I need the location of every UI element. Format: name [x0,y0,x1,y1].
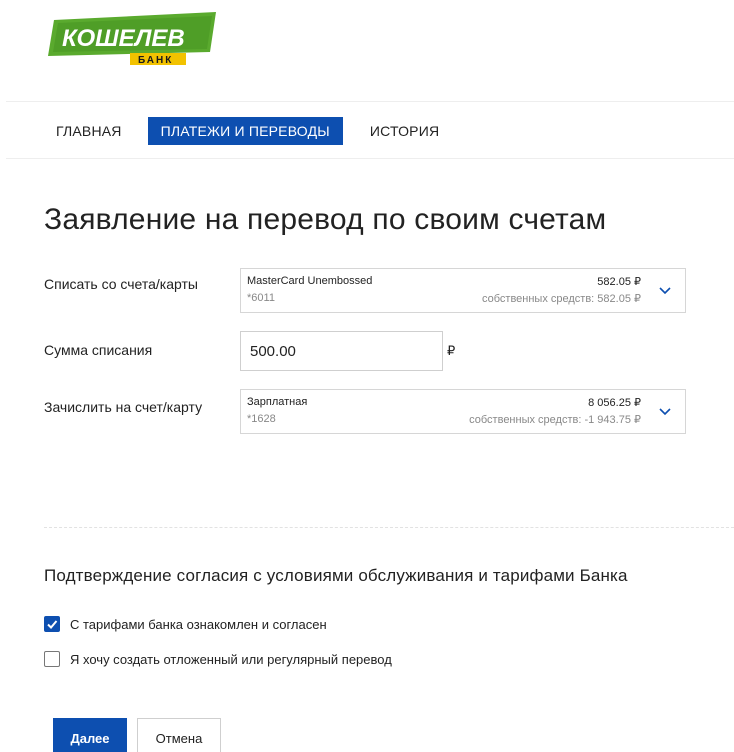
to-account-number: *1628 [247,413,276,425]
cancel-button[interactable]: Отмена [137,718,221,752]
to-account-select[interactable]: Зарплатная *1628 8 056.25 ₽ собственных … [240,389,686,434]
main-nav: ГЛАВНАЯ ПЛАТЕЖИ И ПЕРЕВОДЫ ИСТОРИЯ [56,117,439,145]
to-account-label: Зачислить на счет/карту [44,399,203,415]
from-account-own-funds: собственных средств: 582.05 ₽ [481,293,641,305]
scheduled-transfer-checkbox[interactable] [44,651,60,667]
bank-logo[interactable]: КОШЕЛЕВ БАНК [44,10,220,68]
terms-checkbox[interactable] [44,616,60,632]
currency-symbol: ₽ [447,343,456,358]
logo-subtext: БАНК [138,55,173,66]
chevron-down-icon[interactable] [657,283,673,299]
amount-label: Сумма списания [44,342,153,358]
logo-text: КОШЕЛЕВ [62,25,185,52]
page-title: Заявление на перевод по своим счетам [44,203,607,236]
from-account-number: *6011 [247,292,275,304]
header-divider [6,101,734,102]
amount-input[interactable] [240,331,443,371]
from-account-balance: 582.05 ₽ [597,276,641,288]
nav-item-home[interactable]: ГЛАВНАЯ [56,117,122,145]
to-account-balance: 8 056.25 ₽ [588,397,641,409]
to-account-name: Зарплатная [247,396,308,408]
scheduled-transfer-checkbox-label: Я хочу создать отложенный или регулярный… [70,651,392,667]
terms-checkbox-label: С тарифами банка ознакомлен и согласен [70,616,327,632]
to-account-own-funds: собственных средств: -1 943.75 ₽ [469,414,641,426]
terms-checkbox-row[interactable]: С тарифами банка ознакомлен и согласен [44,616,327,632]
nav-item-payments[interactable]: ПЛАТЕЖИ И ПЕРЕВОДЫ [147,117,343,145]
from-account-select[interactable]: MasterCard Unembossed *6011 582.05 ₽ соб… [240,268,686,313]
section-divider [44,527,734,528]
check-icon [47,620,58,629]
next-button[interactable]: Далее [53,718,127,752]
from-account-name: MasterCard Unembossed [247,275,373,287]
from-account-label: Списать со счета/карты [44,276,198,292]
consent-title: Подтверждение согласия с условиями обслу… [44,566,628,585]
nav-divider [6,158,734,159]
scheduled-transfer-checkbox-row[interactable]: Я хочу создать отложенный или регулярный… [44,651,392,667]
chevron-down-icon[interactable] [657,404,673,420]
logo-graphic: КОШЕЛЕВ БАНК [48,12,216,66]
nav-item-history[interactable]: ИСТОРИЯ [370,117,439,145]
